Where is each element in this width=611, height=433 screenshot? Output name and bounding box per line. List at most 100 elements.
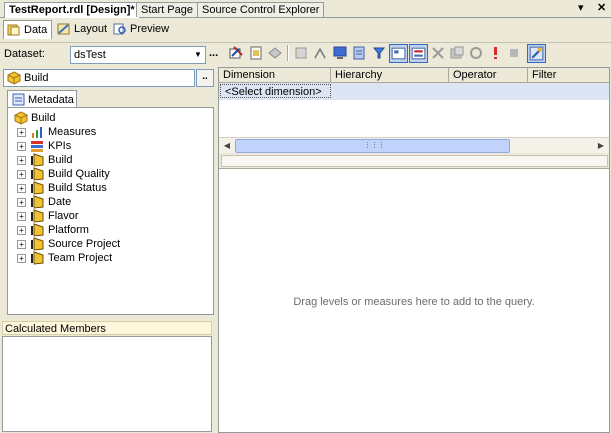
tree-item-measures[interactable]: + Measures: [8, 125, 208, 139]
show-empty-cells-icon[interactable]: [389, 44, 408, 63]
browse-cube-button[interactable]: ..: [196, 69, 214, 87]
run-query-icon[interactable]: [371, 45, 387, 61]
tab-preview[interactable]: Preview: [110, 20, 173, 38]
tab-testreport-design[interactable]: TestReport.rdl [Design]*: [4, 2, 140, 18]
tree-item-label: Team Project: [48, 252, 113, 264]
tab-start-page[interactable]: Start Page: [136, 2, 198, 17]
pane-splitter[interactable]: [219, 153, 609, 169]
calculated-members-header: Calculated Members: [2, 321, 212, 335]
select-dimension-cell[interactable]: <Select dimension>: [220, 84, 331, 98]
expand-icon[interactable]: +: [17, 184, 26, 193]
prepare-query-icon[interactable]: [468, 45, 484, 61]
tab-preview-label: Preview: [130, 23, 170, 35]
preview-icon: [113, 23, 126, 35]
close-icon[interactable]: ✕: [597, 2, 606, 15]
cube-name: Build: [24, 72, 49, 84]
column-header-filter-expression[interactable]: Filter Expression: [528, 68, 609, 95]
scrollbar-grip-icon: ⋮⋮⋮: [364, 142, 385, 149]
dimension-icon: [31, 181, 44, 195]
tab-source-control-explorer[interactable]: Source Control Explorer: [197, 2, 325, 17]
dimension-icon: [31, 153, 44, 167]
tree-item-label: Date: [48, 196, 72, 208]
window-position-dropdown-icon[interactable]: ▾: [578, 2, 584, 15]
command-type-icon[interactable]: [332, 45, 348, 61]
delete-dataset-icon[interactable]: [267, 45, 283, 61]
dataset-ellipsis-button[interactable]: ...: [209, 47, 218, 59]
tree-item-platform[interactable]: + Platform: [8, 223, 208, 237]
designer-tab-strip: Data Layout Preview: [0, 18, 611, 40]
expand-icon[interactable]: +: [17, 128, 26, 137]
expand-icon[interactable]: +: [17, 254, 26, 263]
document-tab-strip: TestReport.rdl [Design]* Start Page Sour…: [0, 0, 611, 18]
expand-icon[interactable]: +: [17, 198, 26, 207]
tree-item-build-quality[interactable]: + Build Quality: [8, 167, 208, 181]
delete-icon[interactable]: [430, 45, 446, 61]
metadata-pane: Build .. Metadata Build + Measures + KPI…: [1, 67, 214, 433]
column-header-hierarchy[interactable]: Hierarchy: [331, 68, 449, 82]
data-icon: [7, 24, 20, 36]
chevron-down-icon[interactable]: ▼: [191, 47, 205, 63]
tree-item-flavor[interactable]: + Flavor: [8, 209, 208, 223]
column-header-operator[interactable]: Operator: [449, 68, 528, 82]
dataset-select-value: dsTest: [74, 49, 106, 61]
tree-root-label: Build: [31, 112, 56, 124]
splitter-handle[interactable]: [221, 155, 608, 167]
dimension-icon: [31, 195, 44, 209]
new-dataset-icon[interactable]: [248, 45, 264, 61]
expand-icon[interactable]: +: [17, 240, 26, 249]
filter-grid-row[interactable]: <Select dimension>: [219, 83, 609, 100]
add-calculated-member-icon[interactable]: [449, 45, 465, 61]
calculated-members-list[interactable]: [2, 336, 212, 432]
dataset-label: Dataset:: [4, 48, 45, 60]
expand-icon[interactable]: +: [17, 226, 26, 235]
dimension-icon: [31, 237, 44, 251]
tree-item-kpis[interactable]: + KPIs: [8, 139, 208, 153]
tab-data[interactable]: Data: [3, 20, 53, 39]
metadata-tree: Build + Measures + KPIs + Build + Build …: [7, 107, 214, 315]
cancel-query-icon[interactable]: [506, 45, 522, 61]
show-filter-icon[interactable]: [409, 44, 428, 63]
tab-layout[interactable]: Layout: [54, 20, 111, 38]
tree-item-build[interactable]: + Build: [8, 153, 208, 167]
exclamation-icon[interactable]: [487, 45, 503, 61]
dimension-icon: [31, 251, 44, 265]
import-icon[interactable]: [312, 45, 328, 61]
scroll-right-icon[interactable]: ▶: [594, 139, 608, 152]
generic-query-designer-icon[interactable]: [351, 45, 367, 61]
dataset-select[interactable]: dsTest ▼: [70, 46, 206, 64]
layout-icon: [57, 23, 70, 35]
refresh-fields-icon[interactable]: [293, 45, 309, 61]
scroll-left-icon[interactable]: ◀: [220, 139, 234, 152]
filter-grid-scrollbar[interactable]: ◀ ⋮⋮⋮ ▶: [219, 137, 609, 153]
tab-metadata-label: Metadata: [28, 94, 74, 106]
tree-item-team-project[interactable]: + Team Project: [8, 251, 208, 265]
expand-icon[interactable]: +: [17, 156, 26, 165]
expand-icon[interactable]: +: [17, 212, 26, 221]
tree-item-label: Build: [48, 154, 73, 166]
tree-item-build-status[interactable]: + Build Status: [8, 181, 208, 195]
scrollbar-thumb[interactable]: ⋮⋮⋮: [235, 139, 510, 153]
tab-layout-label: Layout: [74, 23, 108, 35]
dimension-icon: [31, 209, 44, 223]
design-mode-icon[interactable]: [527, 44, 546, 63]
expand-icon[interactable]: +: [17, 170, 26, 179]
tree-item-label: Source Project: [48, 238, 121, 250]
expand-icon[interactable]: +: [17, 142, 26, 151]
tree-item-label: KPIs: [48, 140, 72, 152]
edit-dataset-icon[interactable]: [228, 45, 244, 61]
tree-item-label: Measures: [48, 126, 97, 138]
column-header-dimension[interactable]: Dimension: [219, 68, 331, 82]
tree-item-source-project[interactable]: + Source Project: [8, 237, 208, 251]
tree-item-label: Build Status: [48, 182, 107, 194]
tree-item-date[interactable]: + Date: [8, 195, 208, 209]
dimension-icon: [31, 167, 44, 181]
cube-selector[interactable]: Build: [3, 69, 195, 87]
cube-icon: [7, 71, 21, 85]
measures-icon: [32, 127, 42, 138]
query-drop-hint: Drag levels or measures here to add to t…: [293, 296, 535, 308]
metadata-icon: [12, 93, 25, 106]
filter-grid-header: Dimension Hierarchy Operator Filter Expr…: [219, 68, 609, 95]
tree-item-label: Platform: [48, 224, 89, 236]
cube-icon: [14, 111, 28, 125]
tab-metadata[interactable]: Metadata: [7, 90, 77, 108]
